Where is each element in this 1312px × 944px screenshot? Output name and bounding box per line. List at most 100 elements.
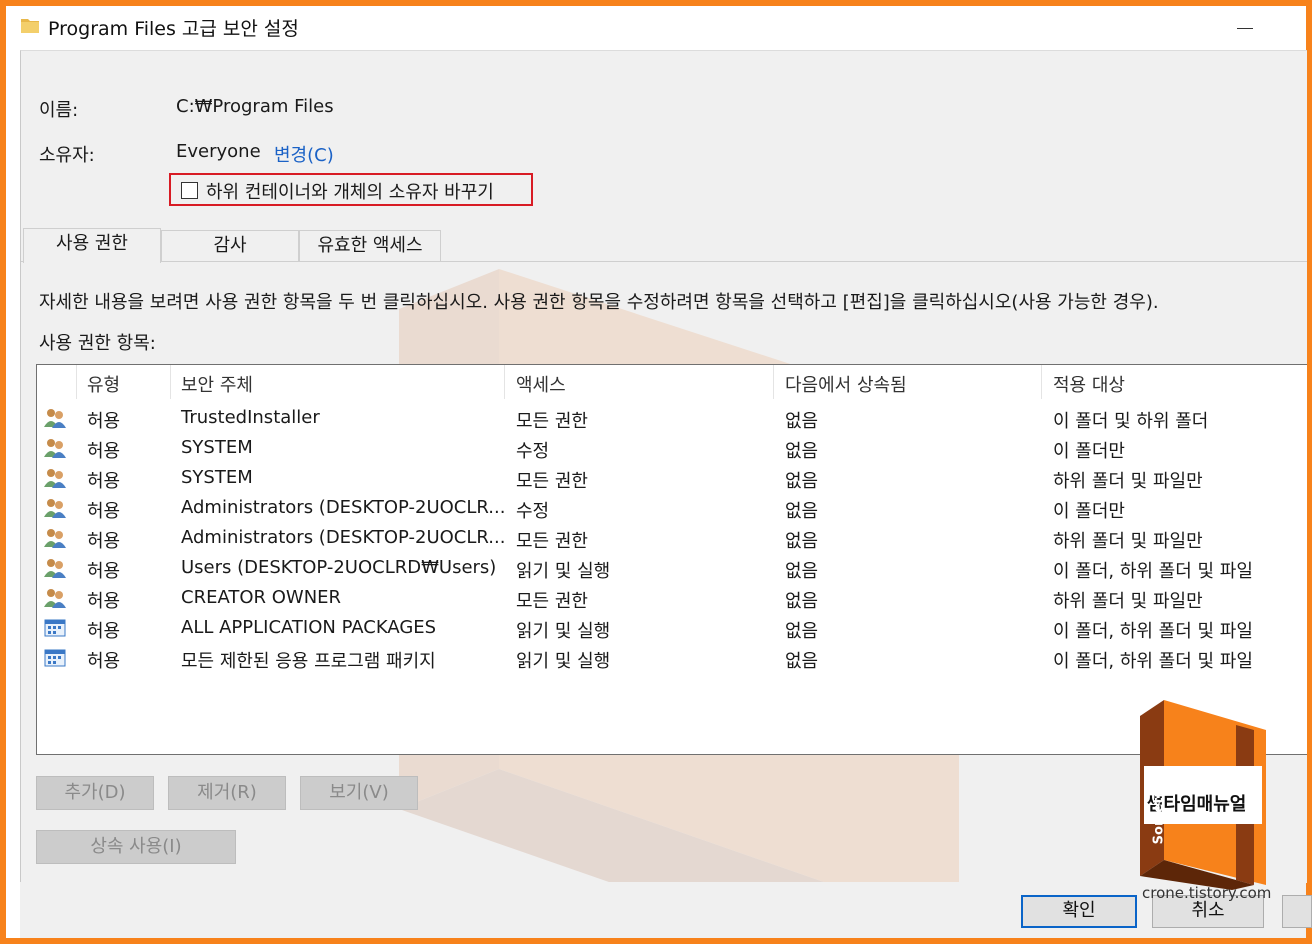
cell-access: 읽기 및 실행	[516, 651, 611, 672]
cell-applies-to: 하위 폴더 및 파일만	[1053, 591, 1203, 612]
replace-owner-highlight: 하위 컨테이너와 개체의 소유자 바꾸기	[169, 173, 533, 206]
tab-panel-border	[21, 261, 1307, 262]
table-row[interactable]: 허용 Users (DESKTOP-2UOCLRD₩Users) 읽기 및 실행 없음…	[37, 553, 1307, 583]
cell-applies-to: 하위 폴더 및 파일만	[1053, 531, 1203, 552]
change-owner-link[interactable]: 변경(C)	[274, 141, 334, 167]
cell-type: 허용	[87, 561, 121, 582]
table-row[interactable]: 허용 ALL APPLICATION PACKAGES 읽기 및 실행 없음 이 폴더,…	[37, 613, 1307, 643]
users-icon	[44, 439, 66, 458]
header-principal[interactable]: 보안 주체	[181, 371, 253, 397]
header-type[interactable]: 유형	[87, 371, 120, 397]
add-button[interactable]: 추가(D)	[36, 776, 154, 810]
name-label: 이름:	[39, 100, 79, 121]
cell-principal: SYSTEM	[181, 467, 253, 488]
cell-inherited-from: 없음	[785, 501, 819, 522]
users-icon	[44, 589, 66, 608]
cell-principal: SYSTEM	[181, 437, 253, 458]
column-divider	[76, 365, 77, 399]
title-bar: Program Files 고급 보안 설정	[6, 6, 1306, 50]
cell-inherited-from: 없음	[785, 591, 819, 612]
dialog-footer: 확인 취소	[20, 882, 1312, 938]
cell-access: 모든 권한	[516, 591, 588, 612]
apply-button[interactable]	[1282, 895, 1312, 928]
cell-inherited-from: 없음	[785, 411, 819, 432]
cell-principal: 모든 제한된 응용 프로그램 패키지	[181, 651, 436, 672]
users-icon	[44, 469, 66, 488]
cell-applies-to: 이 폴더, 하위 폴더 및 파일	[1053, 561, 1253, 582]
header-inherited-from[interactable]: 다음에서 상속됨	[785, 371, 907, 397]
users-icon	[44, 559, 66, 578]
table-row[interactable]: 허용 SYSTEM 모든 권한 없음 하위 폴더 및 파일만	[37, 463, 1307, 493]
cell-applies-to: 이 폴더 및 하위 폴더	[1053, 411, 1209, 432]
cell-type: 허용	[87, 411, 121, 432]
tab-effective-access[interactable]: 유효한 액세스	[299, 230, 441, 261]
column-divider	[1041, 365, 1042, 399]
users-icon	[44, 409, 66, 428]
cell-inherited-from: 없음	[785, 531, 819, 552]
cell-principal: ALL APPLICATION PACKAGES	[181, 617, 437, 638]
permission-entries-label: 사용 권한 항목:	[39, 333, 156, 354]
cell-applies-to: 이 폴더만	[1053, 441, 1125, 462]
replace-owner-checkbox[interactable]	[181, 182, 198, 199]
minimize-button[interactable]	[1228, 10, 1262, 40]
view-button[interactable]: 보기(V)	[300, 776, 418, 810]
cell-applies-to: 이 폴더, 하위 폴더 및 파일	[1053, 621, 1253, 642]
cell-type: 허용	[87, 621, 121, 642]
remove-button[interactable]: 제거(R)	[168, 776, 286, 810]
cell-access: 모든 권한	[516, 471, 588, 492]
app-package-icon	[44, 619, 66, 637]
users-icon	[44, 529, 66, 548]
permission-entries-table[interactable]: 유형 보안 주체 액세스 다음에서 상속됨 적용 대상 허용 TrustedIns…	[36, 364, 1307, 755]
table-row[interactable]: 허용 Administrators (DESKTOP-2UOCLR... 모든 권한…	[37, 523, 1307, 553]
tab-auditing[interactable]: 감사	[161, 230, 299, 261]
table-row[interactable]: 허용 TrustedInstaller 모든 권한 없음 이 폴더 및 하위 폴더	[37, 403, 1307, 433]
tab-bar: 사용 권한 감사 유효한 액세스	[21, 228, 1307, 263]
cell-applies-to: 이 폴더, 하위 폴더 및 파일	[1053, 651, 1253, 672]
enable-inheritance-button[interactable]: 상속 사용(I)	[36, 830, 236, 864]
cell-type: 허용	[87, 471, 121, 492]
logo-side-text: Sometime	[1151, 770, 1167, 845]
cell-applies-to: 하위 폴더 및 파일만	[1053, 471, 1203, 492]
replace-owner-checkbox-label[interactable]: 하위 컨테이너와 개체의 소유자 바꾸기	[206, 178, 494, 204]
cell-principal: Users (DESKTOP-2UOCLRD₩Users)	[181, 557, 497, 578]
cell-access: 읽기 및 실행	[516, 561, 611, 582]
cell-access: 읽기 및 실행	[516, 621, 611, 642]
cell-inherited-from: 없음	[785, 441, 819, 462]
column-divider	[504, 365, 505, 399]
cell-access: 수정	[516, 441, 550, 462]
header-applies-to[interactable]: 적용 대상	[1053, 371, 1125, 397]
sometime-logo: 썸타임매뉴얼 Sometime crone.tistory.com	[1136, 700, 1276, 905]
cell-type: 허용	[87, 651, 121, 672]
users-icon	[44, 499, 66, 518]
cell-principal: Administrators (DESKTOP-2UOCLR...	[181, 497, 506, 518]
cell-access: 수정	[516, 501, 550, 522]
cell-inherited-from: 없음	[785, 621, 819, 642]
ok-button[interactable]: 확인	[1021, 895, 1137, 928]
column-divider	[773, 365, 774, 399]
cell-access: 모든 권한	[516, 531, 588, 552]
cell-inherited-from: 없음	[785, 471, 819, 492]
cell-type: 허용	[87, 501, 121, 522]
cell-type: 허용	[87, 441, 121, 462]
folder-icon	[21, 19, 39, 33]
header-access[interactable]: 액세스	[516, 371, 566, 397]
owner-label: 소유자:	[39, 145, 95, 166]
cell-applies-to: 이 폴더만	[1053, 501, 1125, 522]
instructions-text: 자세한 내용을 보려면 사용 권한 항목을 두 번 클릭하십시오. 사용 권한 …	[39, 292, 1159, 313]
table-row[interactable]: 허용 CREATOR OWNER 모든 권한 없음 하위 폴더 및 파일만	[37, 583, 1307, 613]
logo-url: crone.tistory.com	[1142, 884, 1272, 902]
table-row[interactable]: 허용 Administrators (DESKTOP-2UOCLR... 수정 없음 이…	[37, 493, 1307, 523]
app-package-icon	[44, 649, 66, 667]
table-row[interactable]: 허용 모든 제한된 응용 프로그램 패키지 읽기 및 실행 없음 이 폴더, 하위 폴더…	[37, 643, 1307, 673]
owner-value: Everyone	[176, 141, 261, 162]
column-divider	[170, 365, 171, 399]
cell-type: 허용	[87, 531, 121, 552]
cell-principal: CREATOR OWNER	[181, 587, 342, 608]
dialog-content: 이름: C:₩Program Files 소유자: Everyone 변경(C)…	[20, 50, 1307, 883]
cell-inherited-from: 없음	[785, 651, 819, 672]
name-value: C:₩Program Files	[176, 96, 334, 117]
window-title: Program Files 고급 보안 설정	[48, 18, 299, 40]
table-row[interactable]: 허용 SYSTEM 수정 없음 이 폴더만	[37, 433, 1307, 463]
cell-inherited-from: 없음	[785, 561, 819, 582]
tab-permissions[interactable]: 사용 권한	[23, 228, 161, 263]
